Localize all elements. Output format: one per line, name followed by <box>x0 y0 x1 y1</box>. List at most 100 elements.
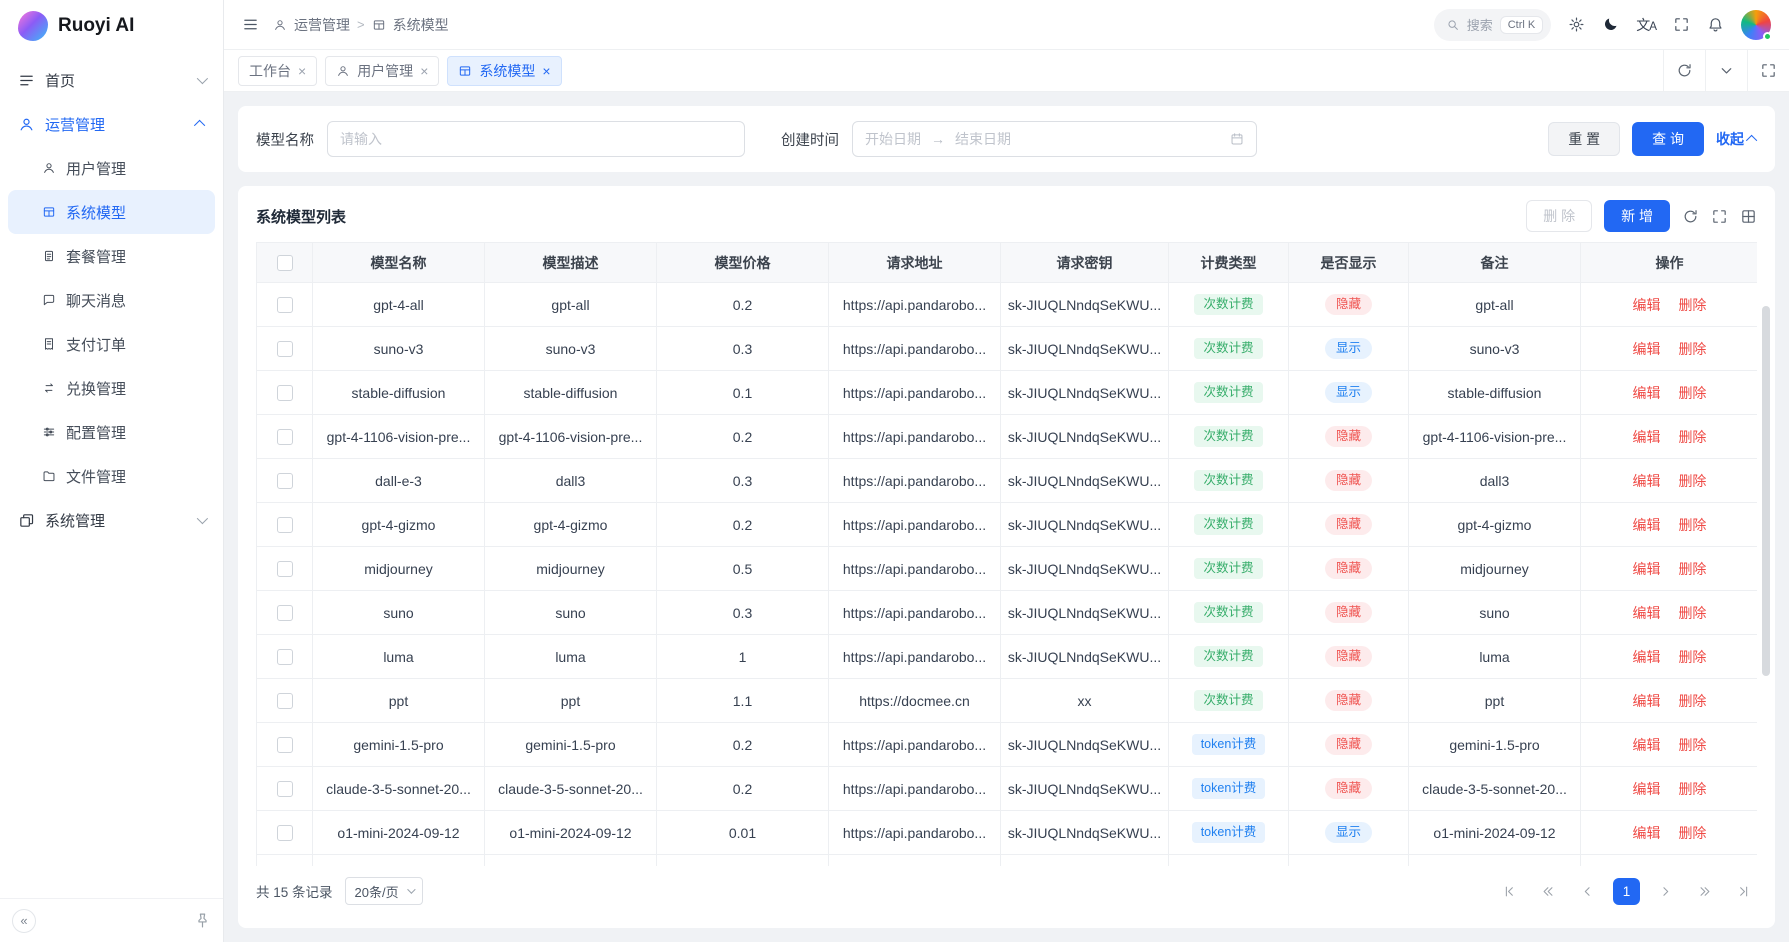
sidebar-item-file-management[interactable]: 文件管理 <box>8 454 215 498</box>
edit-link[interactable]: 编辑 <box>1633 825 1661 841</box>
tab-user-management[interactable]: 用户管理 × <box>325 56 439 86</box>
delete-link[interactable]: 删除 <box>1678 825 1706 841</box>
cell-request-url: https://api.pandarobo... <box>829 415 1001 459</box>
sidebar-item-chat-messages[interactable]: 聊天消息 <box>8 278 215 322</box>
edit-link[interactable]: 编辑 <box>1633 649 1661 665</box>
sidebar-collapse-button[interactable]: « <box>12 909 36 933</box>
table-fullscreen-button[interactable] <box>1711 208 1728 225</box>
date-range-picker[interactable]: 开始日期 → 结束日期 <box>852 121 1257 157</box>
pagination-prev-button[interactable] <box>1574 878 1601 905</box>
sidebar-item-home[interactable]: 首页 <box>8 58 215 102</box>
delete-link[interactable]: 删除 <box>1678 297 1706 313</box>
row-checkbox[interactable] <box>277 297 293 313</box>
column-settings-button[interactable] <box>1740 208 1757 225</box>
row-checkbox[interactable] <box>277 781 293 797</box>
sidebar-item-exchange-management[interactable]: 兑换管理 <box>8 366 215 410</box>
row-checkbox[interactable] <box>277 605 293 621</box>
sidebar-item-system-model[interactable]: 系统模型 <box>8 190 215 234</box>
global-search[interactable]: 搜索 Ctrl K <box>1434 9 1552 41</box>
bell-icon[interactable] <box>1707 16 1724 33</box>
app-logo[interactable]: Ruoyi AI <box>0 0 223 52</box>
edit-link[interactable]: 编辑 <box>1633 297 1661 313</box>
add-button[interactable]: 新 增 <box>1604 200 1670 232</box>
sidebar-item-operations[interactable]: 运营管理 <box>8 102 215 146</box>
edit-link[interactable]: 编辑 <box>1633 473 1661 489</box>
tab-workbench[interactable]: 工作台 × <box>238 56 317 86</box>
breadcrumb-item[interactable]: 运营管理 <box>294 15 350 35</box>
tabs-dropdown-button[interactable] <box>1705 50 1747 91</box>
reset-button[interactable]: 重 置 <box>1548 122 1620 156</box>
row-checkbox[interactable] <box>277 825 293 841</box>
sidebar-item-payment-orders[interactable]: 支付订单 <box>8 322 215 366</box>
page-size-select[interactable]: 20条/页 <box>345 877 423 905</box>
refresh-table-button[interactable] <box>1682 208 1699 225</box>
moon-icon[interactable] <box>1602 16 1619 33</box>
breadcrumb-item[interactable]: 系统模型 <box>393 15 449 35</box>
row-checkbox[interactable] <box>277 473 293 489</box>
edit-link[interactable]: 编辑 <box>1633 737 1661 753</box>
translate-icon[interactable]: 文A <box>1636 15 1656 35</box>
pagination-next-button[interactable] <box>1652 878 1679 905</box>
edit-link[interactable]: 编辑 <box>1633 341 1661 357</box>
cell-billing-type: token计费 <box>1169 767 1289 811</box>
pagination-prev-jump-button[interactable] <box>1535 878 1562 905</box>
cell-model-name: dall-e-3 <box>313 459 485 503</box>
content-fullscreen-button[interactable] <box>1747 50 1789 91</box>
edit-link[interactable]: 编辑 <box>1633 693 1661 709</box>
visibility-badge: 显示 <box>1325 822 1372 843</box>
delete-link[interactable]: 删除 <box>1678 341 1706 357</box>
close-icon[interactable]: × <box>420 63 428 79</box>
close-icon[interactable]: × <box>298 63 306 79</box>
vertical-scrollbar-thumb[interactable] <box>1762 306 1770 676</box>
sidebar-item-system-management[interactable]: 系统管理 <box>8 498 215 542</box>
row-checkbox[interactable] <box>277 385 293 401</box>
sidebar-item-package-management[interactable]: 套餐管理 <box>8 234 215 278</box>
row-checkbox[interactable] <box>277 517 293 533</box>
chevron-up-icon <box>1746 135 1757 146</box>
edit-link[interactable]: 编辑 <box>1633 605 1661 621</box>
collapse-filter-link[interactable]: 收起 <box>1716 129 1757 149</box>
cell-remark: stable-diffusion <box>1409 371 1581 415</box>
person-icon <box>336 64 350 78</box>
fullscreen-icon[interactable] <box>1673 16 1690 33</box>
delete-link[interactable]: 删除 <box>1678 473 1706 489</box>
refresh-tab-button[interactable] <box>1663 50 1705 91</box>
column-header-visibility: 是否显示 <box>1289 243 1409 283</box>
edit-link[interactable]: 编辑 <box>1633 561 1661 577</box>
pagination-first-button[interactable] <box>1496 878 1523 905</box>
row-checkbox[interactable] <box>277 649 293 665</box>
pagination-current-page[interactable]: 1 <box>1613 878 1640 905</box>
delete-link[interactable]: 删除 <box>1678 429 1706 445</box>
gear-icon[interactable] <box>1568 16 1585 33</box>
pin-icon[interactable] <box>194 912 211 929</box>
delete-link[interactable]: 删除 <box>1678 385 1706 401</box>
delete-link[interactable]: 删除 <box>1678 781 1706 797</box>
edit-link[interactable]: 编辑 <box>1633 429 1661 445</box>
delete-link[interactable]: 删除 <box>1678 605 1706 621</box>
hamburger-menu-icon[interactable] <box>242 16 259 33</box>
edit-link[interactable]: 编辑 <box>1633 781 1661 797</box>
edit-link[interactable]: 编辑 <box>1633 517 1661 533</box>
delete-button[interactable]: 删 除 <box>1526 200 1592 232</box>
row-checkbox[interactable] <box>277 693 293 709</box>
sidebar-item-user-management[interactable]: 用户管理 <box>8 146 215 190</box>
row-checkbox[interactable] <box>277 561 293 577</box>
delete-link[interactable]: 删除 <box>1678 517 1706 533</box>
tab-system-model[interactable]: 系统模型 × <box>447 56 561 86</box>
sidebar-item-config-management[interactable]: 配置管理 <box>8 410 215 454</box>
row-checkbox[interactable] <box>277 737 293 753</box>
select-all-checkbox[interactable] <box>277 255 293 271</box>
delete-link[interactable]: 删除 <box>1678 649 1706 665</box>
model-name-input[interactable] <box>327 121 745 157</box>
delete-link[interactable]: 删除 <box>1678 693 1706 709</box>
row-checkbox[interactable] <box>277 429 293 445</box>
pagination-next-jump-button[interactable] <box>1691 878 1718 905</box>
query-button[interactable]: 查 询 <box>1632 122 1704 156</box>
row-checkbox[interactable] <box>277 341 293 357</box>
avatar[interactable] <box>1741 10 1771 40</box>
delete-link[interactable]: 删除 <box>1678 737 1706 753</box>
close-icon[interactable]: × <box>542 63 550 79</box>
delete-link[interactable]: 删除 <box>1678 561 1706 577</box>
edit-link[interactable]: 编辑 <box>1633 385 1661 401</box>
pagination-last-button[interactable] <box>1730 878 1757 905</box>
